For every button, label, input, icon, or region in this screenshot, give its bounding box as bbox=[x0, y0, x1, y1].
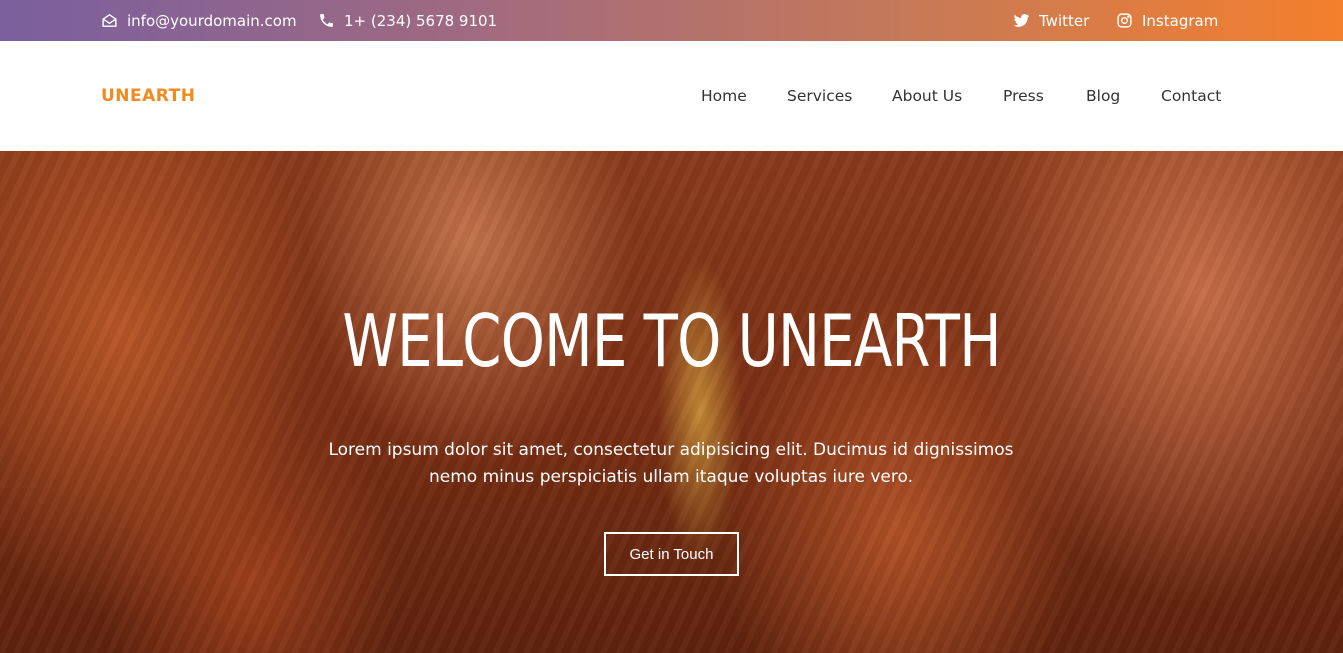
topbar-email-text: info@yourdomain.com bbox=[127, 11, 297, 30]
envelope-open-icon bbox=[101, 12, 118, 29]
topbar-twitter-link[interactable]: Twitter bbox=[1013, 0, 1089, 41]
topbar-instagram-text: Instagram bbox=[1142, 11, 1219, 30]
topbar-phone-link[interactable]: 1+ (234) 5678 9101 bbox=[318, 0, 497, 41]
hero-subtitle: Lorem ipsum dolor sit amet, consectetur … bbox=[328, 440, 1014, 487]
nav-item-services[interactable]: Services bbox=[787, 41, 852, 151]
topbar-email-link[interactable]: info@yourdomain.com bbox=[101, 0, 297, 41]
hero-banner: WELCOME TO UNEARTH Lorem ipsum dolor sit… bbox=[0, 151, 1343, 653]
nav-item-about-us[interactable]: About Us bbox=[892, 41, 962, 151]
instagram-icon bbox=[1116, 12, 1133, 29]
twitter-icon bbox=[1013, 12, 1030, 29]
hero-title: WELCOME TO UNEARTH bbox=[342, 299, 1001, 383]
top-contact-bar: info@yourdomain.com 1+ (234) 5678 9101 T… bbox=[0, 0, 1343, 41]
topbar-phone-text: 1+ (234) 5678 9101 bbox=[344, 11, 498, 30]
phone-icon bbox=[318, 12, 335, 29]
main-navbar: UNEARTH Home Services About Us Press Blo… bbox=[0, 41, 1343, 151]
get-in-touch-button[interactable]: Get in Touch bbox=[604, 532, 739, 576]
nav-item-contact[interactable]: Contact bbox=[1161, 41, 1221, 151]
topbar-twitter-text: Twitter bbox=[1039, 11, 1090, 30]
site-logo[interactable]: UNEARTH bbox=[101, 41, 195, 151]
nav-item-blog[interactable]: Blog bbox=[1086, 41, 1120, 151]
nav-item-home[interactable]: Home bbox=[701, 41, 747, 151]
topbar-instagram-link[interactable]: Instagram bbox=[1116, 0, 1218, 41]
nav-item-press[interactable]: Press bbox=[1003, 41, 1044, 151]
